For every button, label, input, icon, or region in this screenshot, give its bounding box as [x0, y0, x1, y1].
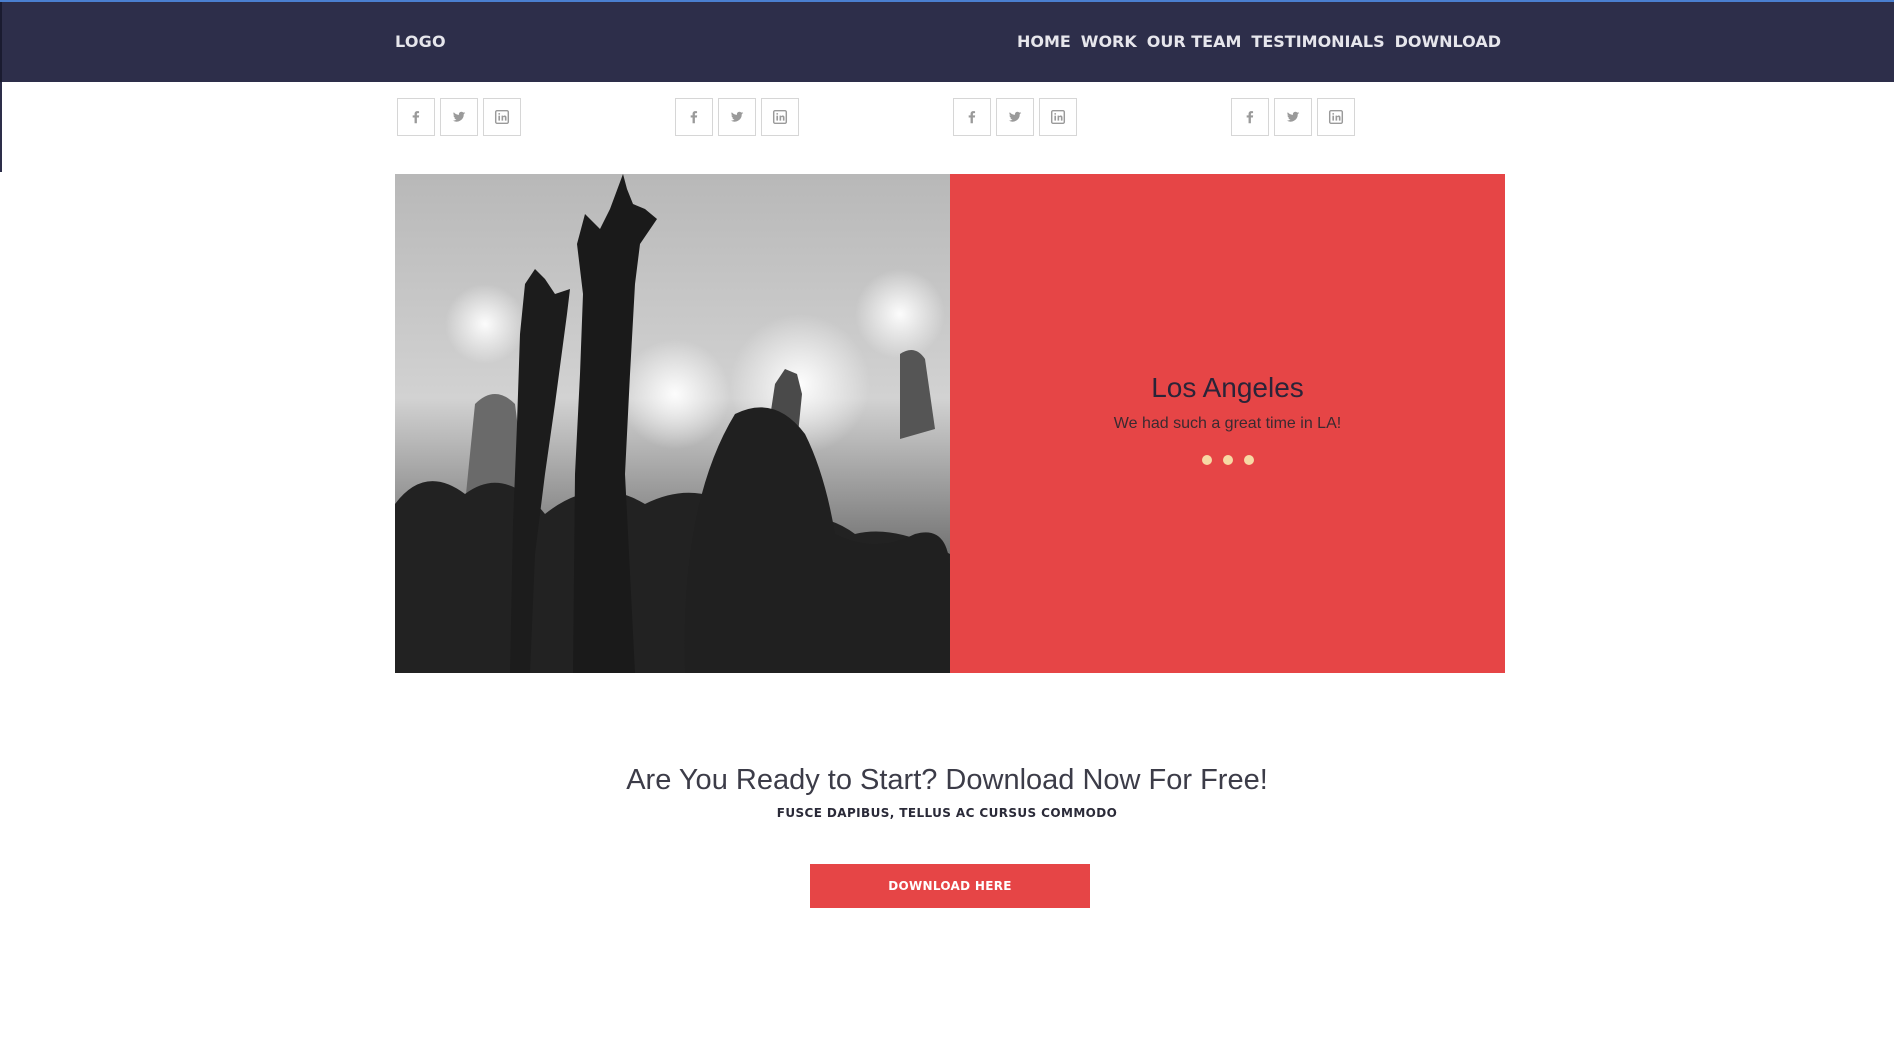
social-icons-row	[397, 98, 1507, 140]
nav-download[interactable]: DOWNLOAD	[1395, 32, 1501, 51]
nav-testimonials[interactable]: TESTIMONIALS	[1251, 32, 1384, 51]
slider-dot[interactable]	[1201, 455, 1212, 465]
hero-slider: Los Angeles We had such a great time in …	[395, 174, 1505, 673]
social-group	[397, 98, 521, 136]
slider-dot[interactable]	[1243, 455, 1254, 465]
sidebar-edge	[0, 82, 2, 172]
concert-photo	[395, 174, 950, 673]
cta-subtitle: FUSCE DAPIBUS, TELLUS AC CURSUS COMMODO	[776, 806, 1118, 820]
navbar: LOGO HOME WORK OUR TEAM TESTIMONIALS DOW…	[0, 2, 1894, 82]
nav-our-team[interactable]: OUR TEAM	[1147, 32, 1242, 51]
twitter-icon[interactable]	[440, 98, 478, 136]
facebook-icon[interactable]	[1231, 98, 1269, 136]
facebook-icon[interactable]	[953, 98, 991, 136]
slide-panel: Los Angeles We had such a great time in …	[950, 174, 1505, 673]
linkedin-icon[interactable]	[1317, 98, 1355, 136]
slider-dots	[950, 455, 1505, 465]
social-group	[953, 98, 1077, 136]
slider-dot[interactable]	[1222, 455, 1233, 465]
slide-title: Los Angeles	[1151, 372, 1304, 403]
facebook-icon[interactable]	[397, 98, 435, 136]
main-nav: HOME WORK OUR TEAM TESTIMONIALS DOWNLOAD	[1017, 32, 1501, 51]
linkedin-icon[interactable]	[1039, 98, 1077, 136]
twitter-icon[interactable]	[996, 98, 1034, 136]
nav-home[interactable]: HOME	[1017, 32, 1071, 51]
logo[interactable]: LOGO	[395, 32, 446, 51]
cta-title: Are You Ready to Start? Download Now For…	[626, 764, 1268, 796]
twitter-icon[interactable]	[718, 98, 756, 136]
download-button[interactable]: DOWNLOAD HERE	[810, 864, 1090, 908]
linkedin-icon[interactable]	[483, 98, 521, 136]
social-group	[1231, 98, 1355, 136]
linkedin-icon[interactable]	[761, 98, 799, 136]
slide-caption: We had such a great time in LA!	[1113, 415, 1342, 432]
facebook-icon[interactable]	[675, 98, 713, 136]
social-group	[675, 98, 799, 136]
twitter-icon[interactable]	[1274, 98, 1312, 136]
nav-work[interactable]: WORK	[1081, 32, 1137, 51]
